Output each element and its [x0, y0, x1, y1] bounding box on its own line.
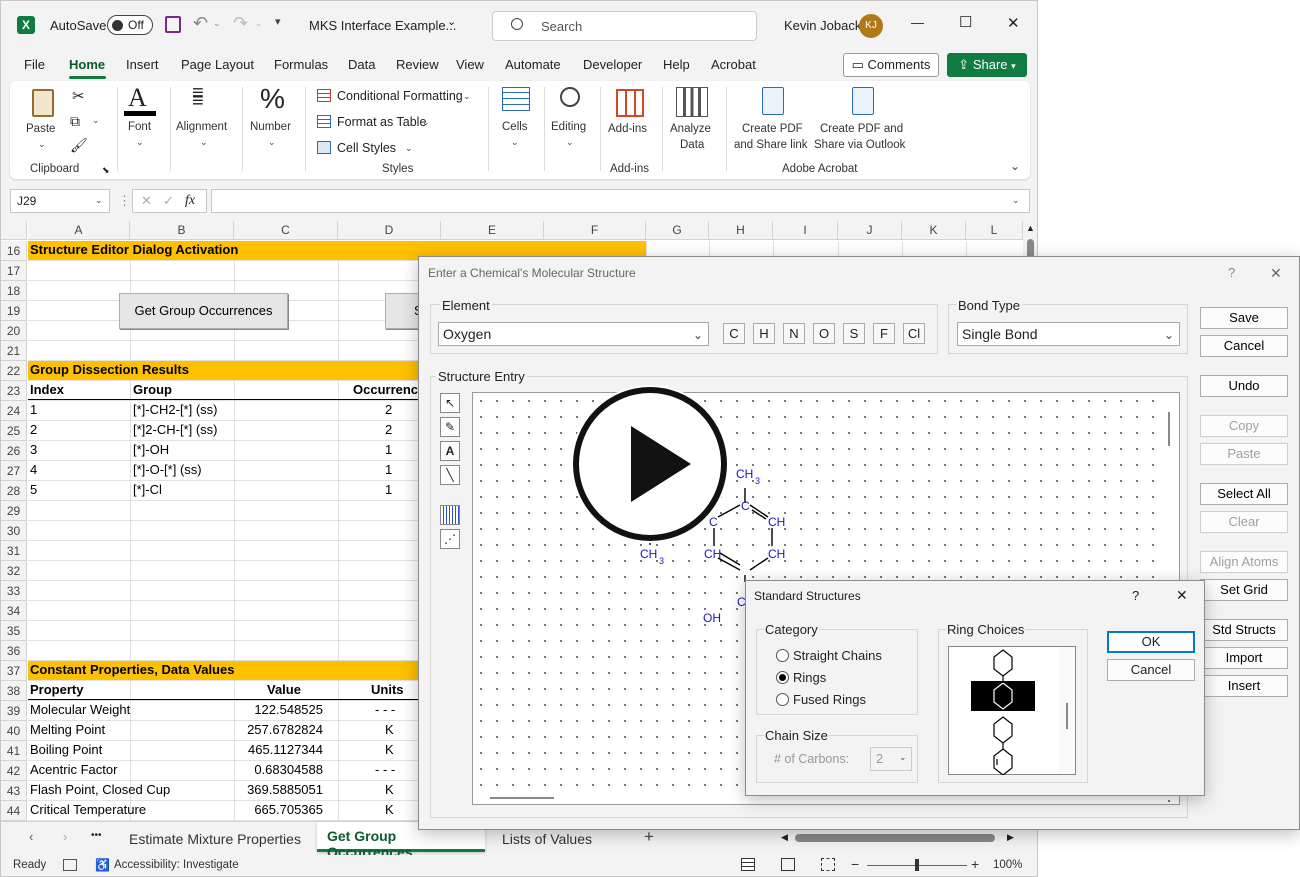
- play-icon: [631, 426, 691, 502]
- std-help-button[interactable]: ?: [1132, 588, 1139, 603]
- chain-size-label: Chain Size: [764, 728, 829, 743]
- radio-fused-rings[interactable]: Fused Rings: [776, 692, 866, 707]
- carbons-value: 2: [876, 751, 884, 766]
- insert-button[interactable]: Insert: [1200, 675, 1288, 697]
- atom-ch-ring-3[interactable]: CH: [768, 547, 785, 561]
- video-play-button[interactable]: [573, 387, 727, 541]
- ring-list-scroll-thumb[interactable]: [1066, 703, 1068, 729]
- std-cancel-label: Cancel: [1130, 662, 1172, 677]
- radio-circle: [776, 693, 789, 706]
- carbons-label: # of Carbons:: [774, 752, 850, 766]
- ring-list-scrollbar[interactable]: [1059, 647, 1075, 774]
- std-cancel-button[interactable]: Cancel: [1107, 659, 1195, 681]
- radio-label: Fused Rings: [793, 692, 866, 707]
- radio-label: Rings: [793, 670, 827, 685]
- std-structs-button[interactable]: Std Structs: [1200, 619, 1288, 641]
- atom-ch3-bottom[interactable]: CH: [640, 547, 657, 561]
- radio-rings[interactable]: Rings: [776, 670, 826, 685]
- category-label: Category: [764, 622, 819, 637]
- std-ok-button[interactable]: OK: [1107, 631, 1195, 653]
- cancel-button[interactable]: Cancel: [1200, 335, 1288, 357]
- undo-button[interactable]: Undo: [1200, 375, 1288, 397]
- clear-button[interactable]: Clear: [1200, 511, 1288, 533]
- save-button[interactable]: Save: [1200, 307, 1288, 329]
- atom-ch-ring-2[interactable]: CH: [704, 547, 721, 561]
- atom-ch3-bottom-subscript: 3: [659, 556, 665, 566]
- ring-choices-list[interactable]: [948, 646, 1076, 775]
- atom-ch-ring-1[interactable]: CH: [768, 515, 785, 529]
- select-all-button[interactable]: Select All: [1200, 483, 1288, 505]
- copy-button[interactable]: Copy: [1200, 415, 1288, 437]
- atom-c-ring-2[interactable]: C: [741, 499, 750, 513]
- std-dialog-title: Standard Structures: [754, 589, 861, 603]
- atom-ch3-top-subscript: 3: [755, 476, 761, 486]
- atom-c-ring-1[interactable]: C: [709, 515, 718, 529]
- paste-button[interactable]: Paste: [1200, 443, 1288, 465]
- carbons-select: 2 ⌄: [870, 747, 912, 771]
- import-button[interactable]: Import: [1200, 647, 1288, 669]
- ring-structure-icons: [993, 649, 1013, 775]
- align-atoms-button[interactable]: Align Atoms: [1200, 551, 1288, 573]
- ring-choices-label: Ring Choices: [946, 622, 1026, 637]
- radio-circle-selected: [776, 671, 789, 684]
- std-ok-label: OK: [1141, 634, 1161, 649]
- atom-oh-2[interactable]: OH: [703, 611, 721, 625]
- standard-structures-dialog: Standard Structures ? ✕ Category Straigh…: [745, 580, 1205, 796]
- set-grid-button[interactable]: Set Grid: [1200, 579, 1288, 601]
- radio-circle: [776, 649, 789, 662]
- carbons-dropdown-icon: ⌄: [899, 752, 907, 762]
- radio-straight-chains[interactable]: Straight Chains: [776, 648, 882, 663]
- radio-label: Straight Chains: [793, 648, 882, 663]
- std-close-button[interactable]: ✕: [1176, 587, 1188, 604]
- atom-ch3-top[interactable]: CH: [736, 467, 753, 481]
